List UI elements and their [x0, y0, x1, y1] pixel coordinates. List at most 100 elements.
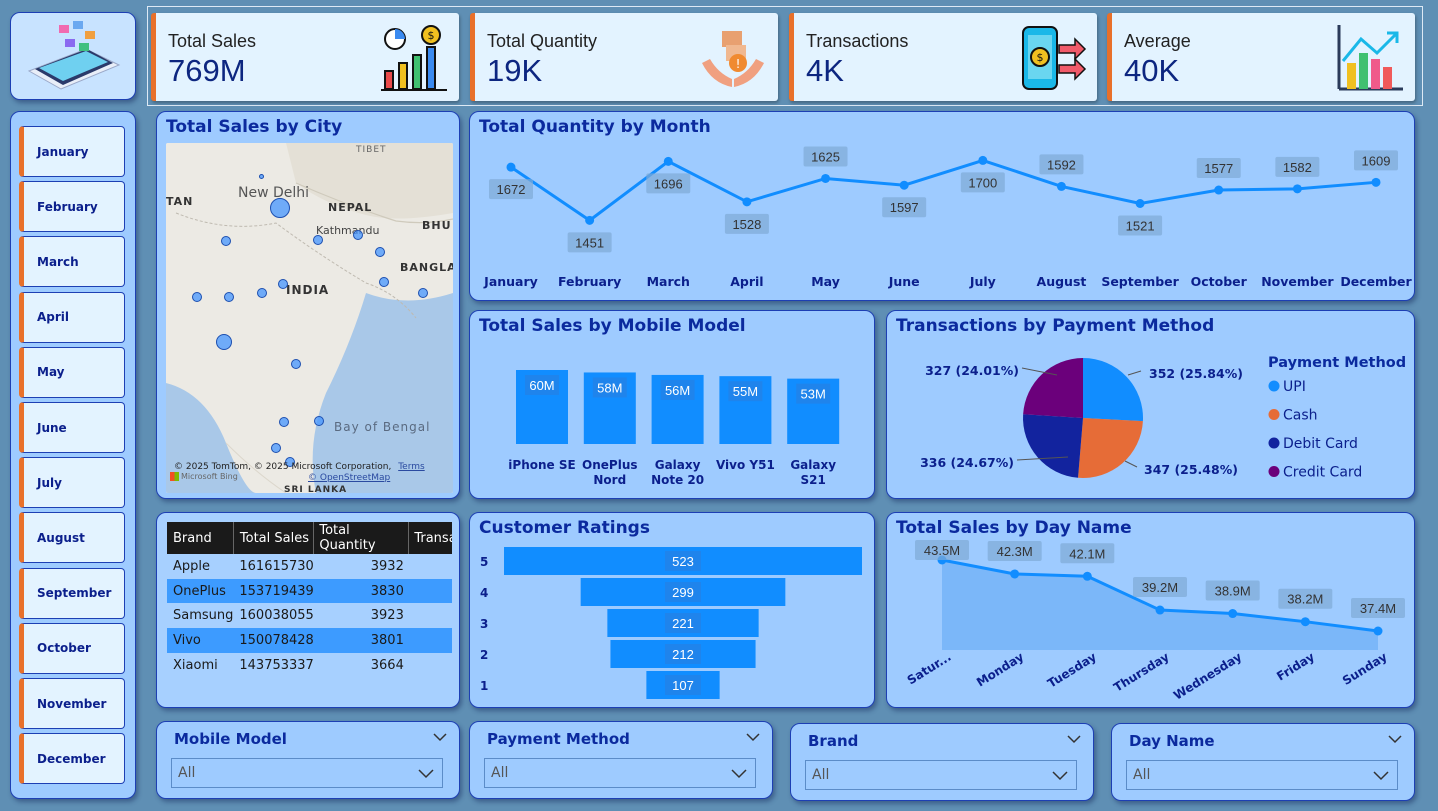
month-button-july[interactable]: July — [19, 457, 125, 509]
table-row[interactable]: Apple 161615730 3932 — [167, 554, 452, 579]
data-point[interactable] — [1082, 571, 1092, 581]
x-tick-label: Friday — [1274, 650, 1317, 684]
ratings-funnel-chart[interactable]: 523 5 299 4 221 3 212 2 107 1 — [470, 513, 876, 709]
slicer-dropdown[interactable]: All — [805, 760, 1077, 790]
chevron-down-icon[interactable] — [1052, 770, 1068, 781]
data-point[interactable] — [1135, 199, 1145, 208]
month-button-may[interactable]: May — [19, 346, 125, 398]
data-point[interactable] — [899, 180, 909, 190]
slicer-dropdown[interactable]: All — [171, 758, 443, 788]
month-button-december[interactable]: December — [19, 733, 125, 785]
city-bubble[interactable] — [314, 416, 324, 426]
legend-item[interactable]: Debit Card — [1283, 436, 1358, 452]
payment-method-slicer[interactable]: Payment Method All — [469, 721, 773, 799]
city-bubble[interactable] — [257, 288, 267, 298]
quantity-line-chart[interactable]: 1672 January 1451 February 1696 March 1528 Apri… — [470, 112, 1416, 302]
data-point[interactable] — [506, 162, 516, 172]
month-button-january[interactable]: January — [19, 126, 125, 177]
city-bubble[interactable] — [224, 292, 234, 302]
x-tick-label: September — [1101, 274, 1179, 289]
data-point[interactable] — [1228, 609, 1238, 619]
data-point[interactable] — [1300, 617, 1310, 627]
pie-slice[interactable] — [1083, 358, 1143, 422]
month-button-february[interactable]: February — [19, 181, 125, 233]
model-bar-chart[interactable]: 60MiPhone SE58MOnePlusNord56MGalaxyNote … — [470, 311, 876, 500]
chevron-down-icon[interactable] — [731, 768, 747, 779]
data-point[interactable] — [1371, 177, 1381, 187]
chevron-down-icon[interactable] — [433, 732, 447, 742]
data-point[interactable] — [742, 197, 752, 207]
city-bubble[interactable] — [221, 236, 231, 246]
city-bubble[interactable] — [278, 279, 288, 289]
table-row[interactable]: Samsung 160038055 3923 — [167, 603, 452, 628]
data-label: 1597 — [890, 200, 919, 215]
city-bubble[interactable] — [270, 198, 290, 218]
city-bubble[interactable] — [291, 359, 301, 369]
data-point[interactable] — [1373, 626, 1383, 636]
chevron-down-icon[interactable] — [1388, 734, 1402, 744]
chevron-down-icon[interactable] — [1067, 734, 1081, 744]
city-bubble[interactable] — [258, 173, 264, 179]
pie-slice[interactable] — [1023, 414, 1083, 478]
column-header[interactable]: Total Quantity — [313, 522, 410, 554]
data-point[interactable] — [1292, 184, 1302, 194]
data-point[interactable] — [585, 215, 595, 225]
pie-slice[interactable] — [1078, 418, 1143, 478]
legend-item[interactable]: UPI — [1283, 379, 1306, 395]
city-bubble[interactable] — [379, 277, 389, 287]
data-point[interactable] — [1214, 185, 1224, 195]
city-bubble[interactable] — [418, 288, 428, 298]
table-cell: 153719439 — [239, 583, 314, 599]
city-bubble[interactable] — [279, 417, 289, 427]
map-terms-link[interactable]: Terms — [398, 462, 425, 472]
brand-slicer[interactable]: Brand All — [790, 723, 1094, 801]
data-label: 1700 — [968, 175, 997, 190]
table-row[interactable]: Vivo 150078428 3801 — [167, 628, 452, 653]
data-point[interactable] — [821, 173, 831, 183]
column-header[interactable]: Transa — [409, 522, 452, 554]
data-point[interactable] — [1155, 605, 1165, 615]
legend-item[interactable]: Cash — [1283, 408, 1318, 424]
pie-slice[interactable] — [1023, 358, 1083, 418]
table-cell: 150078428 — [239, 632, 314, 648]
city-bubble[interactable] — [192, 292, 202, 302]
table-row[interactable]: Xiaomi 143753337 3664 — [167, 653, 452, 678]
month-button-september[interactable]: September — [19, 567, 125, 619]
day-name-slicer[interactable]: Day Name All — [1111, 723, 1415, 801]
payment-pie-chart[interactable]: 352 (25.84%) 347 (25.48%) 336 (24.67%) 327 … — [887, 311, 1416, 500]
slicer-value: All — [812, 767, 830, 783]
data-point[interactable] — [1010, 569, 1020, 579]
legend-item[interactable]: Credit Card — [1283, 465, 1362, 481]
day-area-chart[interactable]: 43.5M Satur... 42.3M Monday 42.1M Tuesday 39.2… — [887, 513, 1416, 709]
data-point[interactable] — [1056, 181, 1066, 191]
mobile-model-slicer[interactable]: Mobile Model All — [156, 721, 460, 799]
month-button-august[interactable]: August — [19, 512, 125, 564]
city-bubble[interactable] — [271, 443, 281, 453]
month-button-april[interactable]: April — [19, 291, 125, 343]
city-bubble[interactable] — [375, 247, 385, 257]
city-bubble[interactable] — [313, 235, 323, 245]
month-button-june[interactable]: June — [19, 402, 125, 453]
table-cell: Xiaomi — [173, 657, 218, 673]
column-header[interactable]: Brand — [167, 522, 234, 554]
column-header[interactable]: Total Sales — [233, 522, 315, 554]
chevron-down-icon[interactable] — [746, 732, 760, 742]
month-button-october[interactable]: October — [19, 622, 125, 674]
map-label-sri-lanka: SRI LANKA — [284, 485, 348, 493]
month-button-november[interactable]: November — [19, 678, 125, 729]
slicer-dropdown[interactable]: All — [484, 758, 756, 788]
x-tick-label: Tuesday — [1045, 650, 1099, 691]
chevron-down-icon[interactable] — [1373, 770, 1389, 781]
map-osm-link[interactable]: © OpenStreetMap — [308, 473, 390, 483]
data-label: 56M — [665, 383, 690, 398]
table-cell: 3932 — [370, 558, 404, 574]
data-point[interactable] — [663, 156, 673, 166]
city-bubble[interactable] — [216, 334, 232, 350]
chevron-down-icon[interactable] — [418, 768, 434, 779]
city-bubble[interactable] — [353, 230, 363, 240]
data-point[interactable] — [978, 155, 988, 165]
slicer-dropdown[interactable]: All — [1126, 760, 1398, 790]
map-view[interactable]: TIBET New Delhi TAN NEPAL Kathmandu BHU … — [166, 143, 453, 493]
table-row[interactable]: OnePlus 153719439 3830 — [167, 578, 452, 604]
month-button-march[interactable]: March — [19, 236, 125, 288]
